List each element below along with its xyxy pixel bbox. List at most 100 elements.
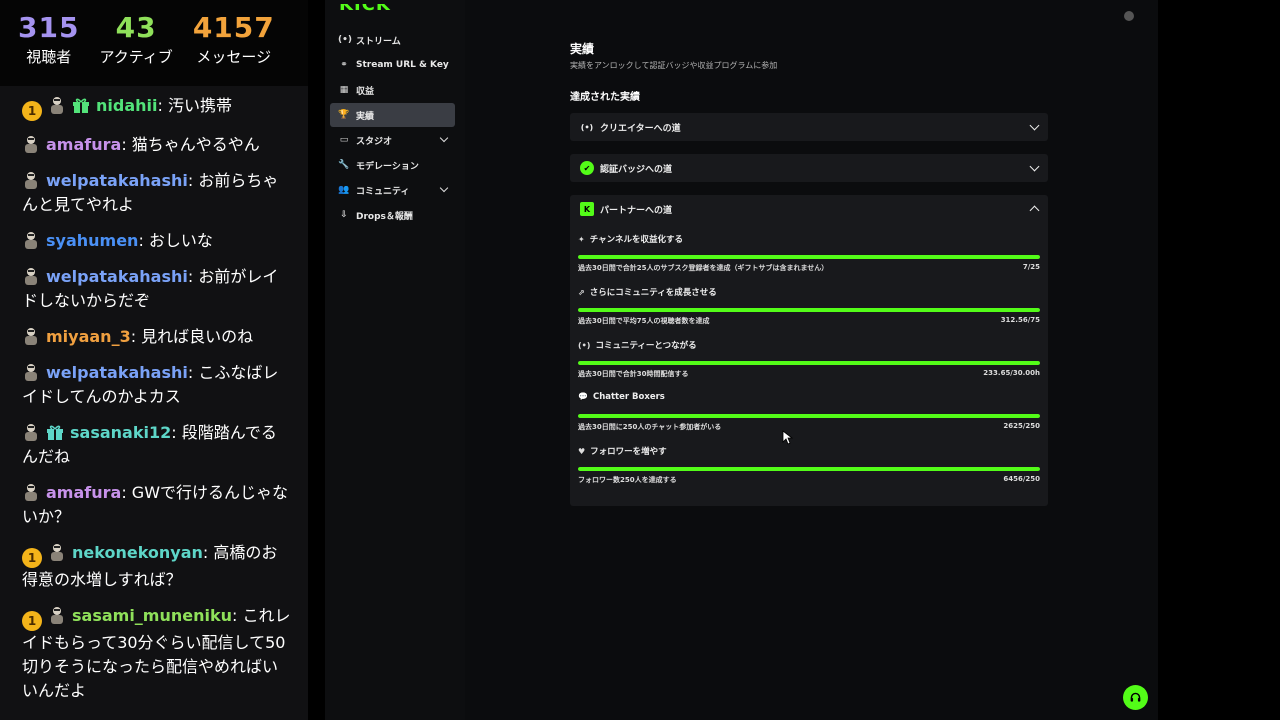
progress-fill [578, 467, 1040, 471]
headset-icon [1130, 692, 1141, 702]
nav-icon: (•) [338, 35, 352, 45]
chat-messages: 1 nidahii: 汚い携帯 amafura: 猫ちゃんやるやん welpataka… [0, 86, 308, 703]
chat-text: : 汚い携帯 [157, 96, 232, 115]
progress-bar [578, 308, 1040, 312]
sidebar: KICK (•) ストリーム ⚭ Stream URL & Key ▦ 収益 🏆 実績… [325, 0, 465, 720]
stat-0: 315 視聴者 [18, 12, 79, 86]
nav-icon: 👥 [338, 185, 350, 195]
user-avatar-icon [25, 328, 37, 345]
sidebar-item-5[interactable]: 🔧 モデレーション [330, 153, 455, 177]
chat-username[interactable]: nidahii [96, 96, 157, 115]
chat-message: miyaan_3: 見れば良いのね [22, 325, 292, 349]
goal-value: 233.65/30.00h [983, 369, 1040, 377]
help-chat-button[interactable] [1123, 685, 1148, 710]
chat-username[interactable]: amafura [46, 135, 121, 154]
goal-item: (•) コミュニティーとつながる 過去30日間で合計30時間配信する 233.65… [570, 339, 1048, 392]
goal-description: 過去30日間で平均75人の視聴者数を達成 [578, 317, 710, 325]
chat-message: amafura: 猫ちゃんやるやん [22, 133, 292, 157]
chevron-down-icon[interactable] [439, 133, 449, 143]
chat-username[interactable]: welpatakahashi [46, 363, 188, 382]
user-avatar-icon [25, 268, 37, 285]
mouse-cursor-icon [782, 430, 794, 445]
chat-message: welpatakahashi: お前らちゃんと見てやれよ [22, 169, 292, 217]
chat-message: 1 sasami_muneniku: これレイドもらって30分ぐらい配信して50切… [22, 604, 292, 703]
goal-description: 過去30日間で合計25人のサブスク登録者を達成（ギフトサブは含まれません） [578, 264, 829, 272]
stat-2: 4157 メッセージ [193, 12, 275, 86]
nav-icon: ⚭ [340, 60, 348, 70]
accordion-label: クリエイターへの道 [600, 123, 681, 134]
goal-title: 💬 Chatter Boxers [578, 392, 665, 402]
sidebar-item-2[interactable]: ▦ 収益 [330, 78, 455, 102]
sub-badge-icon: 1 [22, 101, 42, 121]
nav-icon: 🔧 [338, 160, 350, 170]
sidebar-item-4[interactable]: ▭ スタジオ [330, 128, 455, 152]
gift-icon [73, 98, 89, 113]
accordion-0: (•) クリエイターへの道 [570, 113, 1048, 141]
chat-username[interactable]: miyaan_3 [46, 327, 131, 346]
stat-label: 視聴者 [26, 48, 72, 66]
goal-icon: ⇗ [578, 288, 585, 297]
goal-title: ⇗ さらにコミュニティを成長させる [578, 288, 717, 298]
goal-icon: ✦ [578, 235, 585, 244]
sidebar-item-label: Drops＆報酬 [356, 211, 413, 222]
stat-value: 315 [18, 11, 80, 44]
chat-message: sasanaki12: 段階踏んでるんだね [22, 421, 292, 469]
sidebar-item-0[interactable]: (•) ストリーム [330, 28, 455, 52]
profile-avatar[interactable] [1124, 11, 1134, 21]
sidebar-item-1[interactable]: ⚭ Stream URL & Key [330, 53, 455, 77]
page-title: 実績 [570, 42, 595, 56]
chat-message: amafura: GWで行けるんじゃないか？ [22, 481, 292, 529]
accordion-header[interactable]: (•) クリエイターへの道 [570, 113, 1048, 141]
progress-fill [578, 361, 1040, 365]
user-avatar-icon [51, 544, 63, 561]
sidebar-item-3[interactable]: 🏆 実績 [330, 103, 455, 127]
chat-username[interactable]: sasami_muneniku [72, 606, 232, 625]
stat-value: 4157 [192, 11, 275, 44]
sidebar-item-label: 収益 [356, 86, 375, 97]
progress-bar [578, 361, 1040, 365]
goal-title: ✦ チャンネルを収益化する [578, 235, 683, 245]
stat-label: メッセージ [196, 48, 272, 66]
chat-message: 1 nidahii: 汚い携帯 [22, 94, 292, 121]
user-avatar-icon [25, 424, 37, 441]
chat-username[interactable]: amafura [46, 483, 121, 502]
chat-text: : 猫ちゃんやるやん [121, 135, 260, 154]
chat-message: 1 nekonekonyan: 高橋のお得意の水増しすれば？ [22, 541, 292, 592]
goal-value: 7/25 [1022, 263, 1040, 271]
progress-fill [578, 414, 1040, 418]
progress-fill [578, 255, 1040, 259]
accordion-2: K パートナーへの道 ✦ チャンネルを収益化する 過去30日間で合計25人のサブス… [570, 195, 1048, 506]
accordion-1: ✔ 認証バッジへの道 [570, 154, 1048, 182]
sidebar-item-7[interactable]: ⇩ Drops＆報酬 [330, 203, 455, 227]
accordion-label: 認証バッジへの道 [600, 164, 673, 175]
goal-title: ♥ フォロワーを増やす [578, 447, 667, 457]
chat-message: welpatakahashi: こふなばレイドしてんのかよカス [22, 361, 292, 409]
accordion-label: パートナーへの道 [600, 205, 673, 216]
sidebar-item-label: 実績 [356, 111, 375, 122]
chevron-down-icon[interactable] [439, 183, 449, 193]
kick-logo[interactable]: KICK [339, 4, 419, 20]
sidebar-item-6[interactable]: 👥 コミュニティ [330, 178, 455, 202]
chevron-up-icon[interactable] [1029, 205, 1040, 216]
goal-item: ⇗ さらにコミュニティを成長させる 過去30日間で平均75人の視聴者数を達成 31… [570, 286, 1048, 339]
goal-icon: 💬 [578, 392, 588, 401]
sidebar-item-label: Stream URL & Key [356, 60, 449, 70]
chat-username[interactable]: nekonekonyan [72, 543, 203, 562]
goal-value: 6456/250 [1003, 475, 1040, 483]
chat-username[interactable]: syahumen [46, 231, 138, 250]
goal-icon: (•) [578, 341, 591, 350]
chat-username[interactable]: welpatakahashi [46, 171, 188, 190]
goal-description: 過去30日間に250人のチャット参加者がいる [578, 423, 722, 431]
chevron-down-icon[interactable] [1029, 120, 1040, 131]
chat-username[interactable]: welpatakahashi [46, 267, 188, 286]
user-avatar-icon [25, 172, 37, 189]
nav-icon: ▦ [339, 85, 349, 95]
chat-username[interactable]: sasanaki12 [70, 423, 171, 442]
chevron-down-icon[interactable] [1029, 161, 1040, 172]
accordion-header[interactable]: K パートナーへの道 [570, 195, 1048, 223]
nav-icon: ▭ [339, 135, 349, 145]
accordion-icon: ✔ [580, 161, 594, 175]
goal-item: ♥ フォロワーを増やす フォロワー数250人を達成する 6456/250 [570, 445, 1048, 498]
accordion-header[interactable]: ✔ 認証バッジへの道 [570, 154, 1048, 182]
chat-message: syahumen: おしいな [22, 229, 292, 253]
